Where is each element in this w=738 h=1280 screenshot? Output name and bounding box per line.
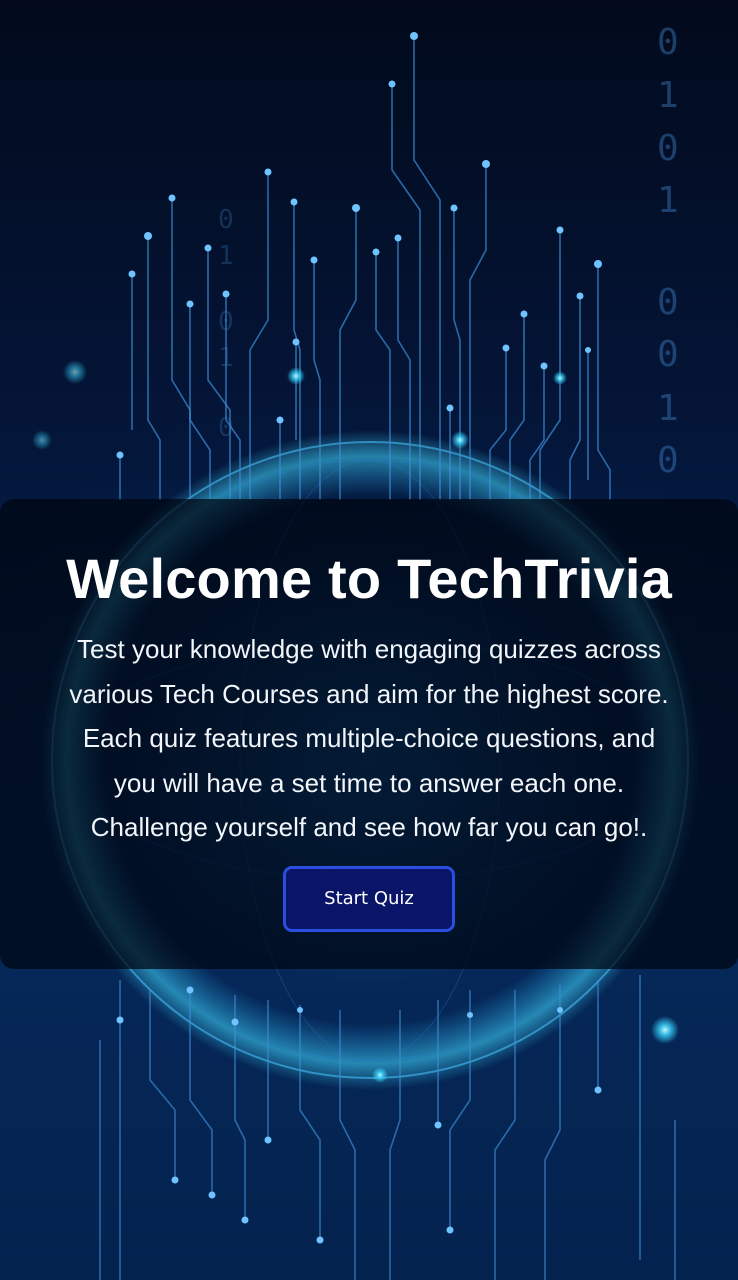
binary-digit-right: 0 (657, 128, 679, 169)
binary-digit-right: 0 (657, 440, 679, 481)
description-line: you will have a set time to answer each … (113, 767, 625, 798)
page-title: Welcome to TechTrivia (66, 547, 672, 610)
binary-digit-left: 0 (218, 413, 234, 443)
description-line: Test your knowledge with engaging quizze… (77, 634, 661, 664)
binary-digit-right: 0 (657, 282, 679, 323)
description-line: Challenge yourself and see how far you c… (90, 812, 648, 842)
binary-digit-left: 1 (218, 343, 234, 373)
binary-digit-left: 1 (218, 241, 234, 271)
binary-digit-right: 1 (657, 180, 679, 221)
binary-digit-right: 1 (657, 388, 679, 429)
description-line: various Tech Courses and aim for the hig… (69, 678, 669, 709)
binary-digit-right: 0 (657, 334, 679, 375)
description-line: Each quiz features multiple-choice quest… (82, 723, 656, 753)
welcome-screen: 0 1 0 1 0 0 1 0 0 1 0 1 0 Welcome to Tec… (0, 0, 738, 1280)
binary-digit-right: 1 (657, 75, 679, 116)
welcome-description: Test your knowledge with engaging quizze… (30, 627, 708, 850)
binary-digit-right: 0 (657, 22, 679, 63)
welcome-card: Welcome to TechTrivia Test your knowledg… (0, 499, 738, 969)
start-quiz-button[interactable]: Start Quiz (283, 866, 455, 932)
binary-digit-left: 0 (218, 307, 234, 337)
binary-digit-left: 0 (218, 205, 234, 235)
